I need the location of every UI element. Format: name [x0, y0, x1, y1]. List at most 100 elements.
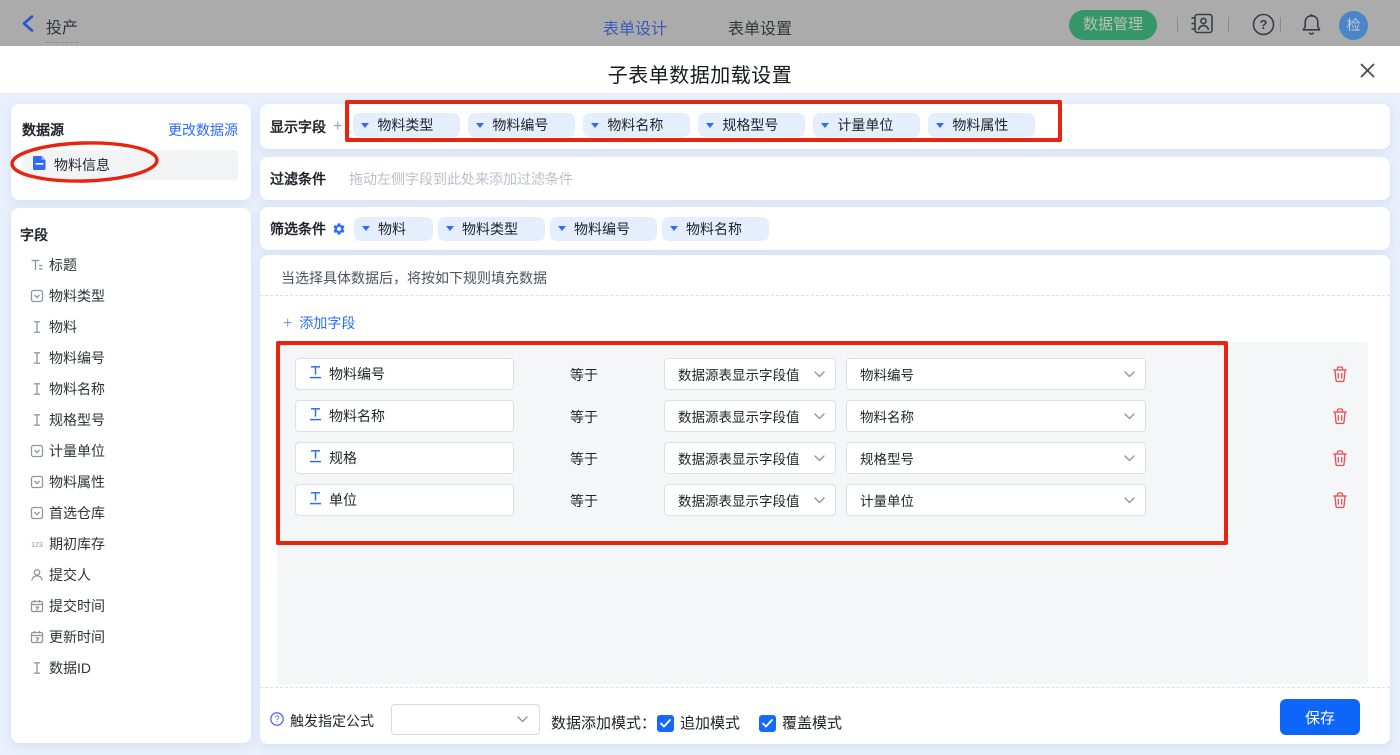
field-tag[interactable]: 计量单位	[813, 113, 920, 137]
field-tag[interactable]: 物料类型	[438, 217, 545, 241]
delete-icon[interactable]	[1331, 449, 1349, 467]
title-icon	[30, 258, 44, 272]
chevron-down-icon	[1124, 491, 1135, 509]
field-item[interactable]: 提交时间	[30, 596, 105, 616]
filter-placeholder[interactable]: 拖动左侧字段到此处来添加过滤条件	[349, 169, 573, 189]
formula-select[interactable]	[391, 704, 540, 735]
field-item[interactable]: 物料	[30, 317, 77, 337]
field-item[interactable]: 更新时间	[30, 627, 105, 647]
help-circle-icon[interactable]: ?	[270, 712, 284, 731]
source-field-select[interactable]: 计量单位	[846, 484, 1146, 516]
chevron-down-icon	[814, 491, 825, 509]
field-label: 物料类型	[49, 286, 105, 306]
delete-icon[interactable]	[1331, 491, 1349, 509]
text-widget-icon	[309, 365, 322, 384]
topbar: 投产 表单设计 表单设置 数据管理 ? 检	[0, 0, 1400, 46]
field-item[interactable]: 数据ID	[30, 658, 91, 678]
text-icon	[30, 661, 44, 675]
add-display-field-button[interactable]: +	[333, 118, 342, 136]
chevron-down-icon	[517, 710, 528, 728]
data-manage-button[interactable]: 数据管理	[1069, 10, 1157, 40]
overwrite-mode-checkbox[interactable]	[759, 715, 776, 732]
field-label: 期初库存	[49, 534, 105, 554]
screen-conditions-row: 筛选条件 物料物料类型物料编号物料名称	[260, 207, 1390, 250]
number-icon: 123	[30, 537, 44, 551]
delete-icon[interactable]	[1331, 407, 1349, 425]
source-field-select[interactable]: 物料名称	[846, 400, 1146, 432]
source-type-select[interactable]: 数据源表显示字段值	[664, 358, 836, 390]
save-button[interactable]: 保存	[1280, 699, 1360, 735]
help-icon[interactable]: ?	[1252, 13, 1275, 41]
change-datasource-link[interactable]: 更改数据源	[168, 120, 238, 140]
chevron-down-icon	[1124, 449, 1135, 467]
append-mode-checkbox[interactable]	[657, 715, 674, 732]
field-item[interactable]: 计量单位	[30, 441, 105, 461]
field-item[interactable]: 规格型号	[30, 410, 105, 430]
divider	[1280, 17, 1281, 32]
fill-rules-hint: 当选择具体数据后，将按如下规则填充数据	[281, 268, 547, 288]
field-label: 物料	[49, 317, 77, 337]
field-item[interactable]: 标题	[30, 255, 77, 275]
field-tag[interactable]: 物料	[354, 217, 433, 241]
field-item[interactable]: 123 期初库存	[30, 534, 105, 554]
bell-icon[interactable]	[1300, 13, 1323, 41]
close-icon[interactable]	[1354, 57, 1380, 83]
append-mode-label: 追加模式	[680, 712, 740, 733]
target-field-box[interactable]: 单位	[295, 484, 514, 516]
back-chevron-icon[interactable]	[21, 15, 35, 37]
fields-panel: 字段 标题物料类型物料物料编号物料名称规格型号计量单位物料属性首选仓库123期初…	[11, 208, 251, 743]
field-label: 物料属性	[49, 472, 105, 492]
target-field-box[interactable]: 规格	[295, 442, 514, 474]
document-icon	[33, 156, 46, 175]
datasource-selected-item[interactable]: 物料信息	[22, 150, 238, 180]
field-item[interactable]: 物料属性	[30, 472, 105, 492]
target-field-box[interactable]: 物料名称	[295, 400, 514, 432]
fill-rule-row: 物料名称等于数据源表显示字段值物料名称	[277, 400, 1368, 432]
caret-down-icon	[591, 123, 599, 128]
delete-icon[interactable]	[1331, 365, 1349, 383]
caret-down-icon	[476, 123, 484, 128]
user-icon	[30, 568, 44, 582]
field-item[interactable]: 物料名称	[30, 379, 105, 399]
field-item[interactable]: 物料类型	[30, 286, 105, 306]
field-tag[interactable]: 规格型号	[698, 113, 805, 137]
field-tag[interactable]: 物料编号	[550, 217, 657, 241]
source-field-select[interactable]: 物料编号	[846, 358, 1146, 390]
field-item[interactable]: 首选仓库	[30, 503, 105, 523]
field-item[interactable]: 提交人	[30, 565, 91, 585]
date-icon	[30, 630, 44, 644]
contacts-icon[interactable]	[1190, 13, 1214, 39]
source-type-select[interactable]: 数据源表显示字段值	[664, 484, 836, 516]
text-widget-icon	[309, 491, 322, 510]
source-type-select[interactable]: 数据源表显示字段值	[664, 400, 836, 432]
data-add-mode-label: 数据添加模式：	[551, 712, 656, 733]
chevron-down-icon	[814, 449, 825, 467]
field-tag[interactable]: 物料类型	[353, 113, 460, 137]
gear-icon[interactable]	[332, 222, 346, 236]
source-field-select[interactable]: 规格型号	[846, 442, 1146, 474]
avatar[interactable]: 检	[1339, 11, 1368, 40]
field-label: 提交人	[49, 565, 91, 585]
source-type-select[interactable]: 数据源表显示字段值	[664, 442, 836, 474]
caret-down-icon	[706, 123, 714, 128]
overwrite-mode-label: 覆盖模式	[782, 712, 842, 733]
display-field-tags: 物料类型物料编号物料名称规格型号计量单位物料属性	[345, 113, 1035, 140]
field-tag[interactable]: 物料名称	[583, 113, 690, 137]
text-widget-icon	[309, 449, 322, 468]
field-tag[interactable]: 物料编号	[468, 113, 575, 137]
caret-down-icon	[670, 226, 678, 231]
field-tag[interactable]: 物料属性	[928, 113, 1035, 137]
field-label: 提交时间	[49, 596, 105, 616]
field-tag[interactable]: 物料名称	[662, 217, 769, 241]
form-name[interactable]: 投产	[46, 14, 78, 43]
tab-form-design[interactable]: 表单设计	[603, 15, 667, 39]
text-widget-icon	[309, 407, 322, 426]
screen-conditions-label: 筛选条件	[270, 219, 326, 239]
tab-form-settings[interactable]: 表单设置	[728, 15, 792, 39]
add-field-link[interactable]: +添加字段	[283, 313, 355, 333]
chevron-down-icon	[1124, 365, 1135, 383]
divider	[1228, 17, 1229, 32]
field-item[interactable]: 物料编号	[30, 348, 105, 368]
target-field-box[interactable]: 物料编号	[295, 358, 514, 390]
display-fields-label: 显示字段	[270, 117, 326, 137]
